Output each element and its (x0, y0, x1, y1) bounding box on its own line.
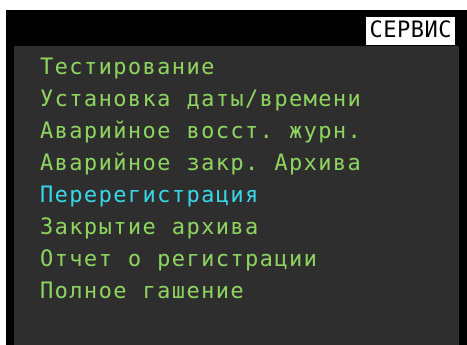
service-menu: Тестирование Установка даты/времени Авар… (40, 52, 362, 308)
menu-item-registration-report[interactable]: Отчет о регистрации (40, 244, 362, 276)
device-screen: СЕРВИС Тестирование Установка даты/време… (0, 0, 467, 345)
title-bar: СЕРВИС (14, 16, 459, 46)
menu-item-reregistration[interactable]: Перерегистрация (40, 180, 362, 212)
menu-item-close-archive[interactable]: Закрытие архива (40, 212, 362, 244)
lcd-display: СЕРВИС Тестирование Установка даты/време… (14, 16, 459, 345)
menu-item-set-date-time[interactable]: Установка даты/времени (40, 84, 362, 116)
menu-item-emergency-journal-restore[interactable]: Аварийное восст. журн. (40, 116, 362, 148)
menu-item-full-reset[interactable]: Полное гашение (40, 276, 362, 308)
screen-title: СЕРВИС (365, 17, 455, 45)
menu-item-emergency-archive-close[interactable]: Аварийное закр. Архива (40, 148, 362, 180)
menu-item-testing[interactable]: Тестирование (40, 52, 362, 84)
